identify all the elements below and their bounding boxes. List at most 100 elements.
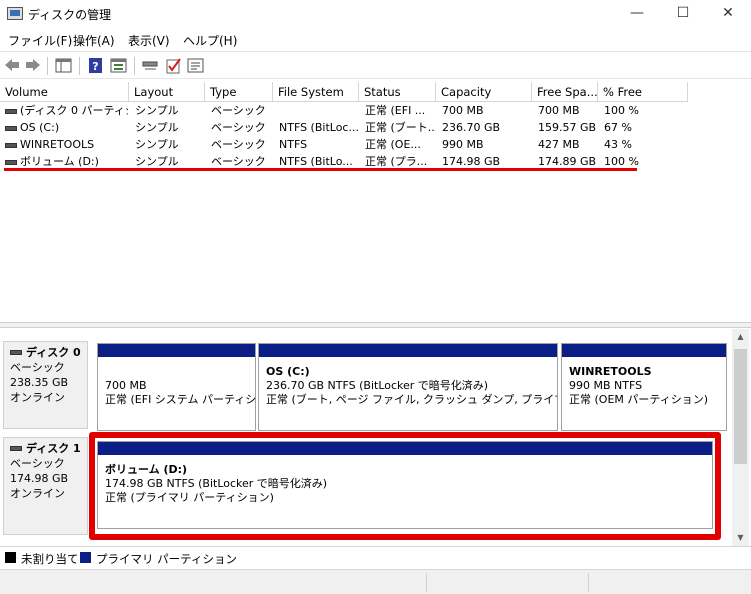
partition-winretools-text: WINRETOOLS 990 MB NTFS 正常 (OEM パーティション) [569, 365, 726, 407]
highlight-underline [4, 168, 637, 171]
scroll-thumb[interactable] [734, 349, 747, 464]
forward-icon[interactable] [24, 57, 42, 74]
disk-1-name: ディスク 1 [26, 442, 81, 455]
disk-pane-scrollbar[interactable]: ▲ ▼ [732, 329, 749, 546]
disk-0-label[interactable]: ディスク 0 ベーシック 238.35 GB オンライン [3, 341, 88, 429]
partition-status: 正常 (ブート, ページ ファイル, クラッシュ ダンプ, プライマリ パーティ… [266, 393, 557, 406]
toolbar-separator [134, 57, 135, 75]
cell-volume: WINRETOOLS [20, 138, 95, 151]
scroll-down-icon[interactable]: ▼ [732, 530, 749, 546]
close-button[interactable]: ✕ [705, 0, 751, 28]
cell-file-system [279, 103, 359, 119]
volume-icon [5, 126, 17, 131]
cell-layout: シンプル [135, 121, 179, 134]
pane-splitter[interactable] [0, 322, 751, 328]
column-header-layout[interactable]: Layout [129, 82, 205, 102]
maximize-button[interactable]: ☐ [660, 0, 706, 28]
cell-file-system: NTFS [279, 138, 308, 151]
partition-name: WINRETOOLS [569, 365, 652, 378]
legend-primary-swatch [80, 552, 91, 563]
disk-icon [10, 446, 22, 451]
disk-1-state: オンライン [10, 487, 65, 500]
partition-os-c[interactable]: OS (C:) 236.70 GB NTFS (BitLocker で暗号化済み… [258, 343, 558, 431]
legend-primary-label: プライマリ パーティション [96, 552, 237, 566]
column-header-file-system[interactable]: File System [273, 82, 359, 102]
disk-1-type: ベーシック [10, 457, 65, 470]
cell-layout: シンプル [135, 138, 179, 151]
partition-detail: 990 MB NTFS [569, 379, 643, 392]
volume-list: Volume Layout Type File System Status Ca… [0, 82, 751, 322]
volume-icon [5, 109, 17, 114]
title-bar: ディスクの管理 — ☐ ✕ [0, 0, 751, 28]
menu-bar: ファイル(F) 操作(A) 表示(V) ヘルプ(H) [0, 28, 751, 50]
cell-file-system: NTFS (BitLoc... [279, 121, 359, 134]
cell-percent-free: 100 % [604, 104, 639, 117]
partition-bar [562, 344, 726, 357]
menu-action[interactable]: 操作(A) [73, 32, 115, 49]
column-header-status[interactable]: Status [359, 82, 436, 102]
partition-efi-text: 700 MB 正常 (EFI システム パーティション) [105, 379, 255, 407]
cell-status: 正常 (OE... [365, 138, 421, 151]
cell-type: ベーシック [211, 138, 266, 151]
partition-efi[interactable]: 700 MB 正常 (EFI システム パーティション) [97, 343, 256, 431]
cell-capacity: 236.70 GB [442, 121, 501, 134]
disk-0-state: オンライン [10, 391, 65, 404]
disk-layout-pane: ディスク 0 ベーシック 238.35 GB オンライン 700 MB 正常 (… [0, 329, 751, 546]
volume-icon [5, 160, 17, 165]
disk-1-title: ディスク 1 [10, 441, 81, 456]
partition-detail: 236.70 GB NTFS (BitLocker で暗号化済み) [266, 379, 489, 392]
cell-percent-free: 43 % [604, 138, 632, 151]
cell-type: ベーシック [211, 121, 266, 134]
column-header-capacity[interactable]: Capacity [436, 82, 532, 102]
partition-status: 正常 (EFI システム パーティション) [105, 393, 255, 406]
disk-0-size: 238.35 GB [10, 376, 69, 389]
column-header-percent-free[interactable]: % Free [598, 82, 688, 102]
window-title: ディスクの管理 [28, 8, 112, 22]
cell-free-space: 700 MB [538, 104, 580, 117]
partition-os-c-text: OS (C:) 236.70 GB NTFS (BitLocker で暗号化済み… [266, 365, 557, 407]
check-icon[interactable] [165, 57, 183, 74]
toolbar-separator [47, 57, 48, 75]
cell-percent-free: 67 % [604, 121, 632, 134]
svg-text:?: ? [92, 60, 98, 73]
settings-icon[interactable] [187, 57, 205, 74]
cell-volume: OS (C:) [20, 121, 60, 134]
disk-0-name: ディスク 0 [26, 346, 81, 359]
view-icon[interactable] [55, 57, 73, 74]
menu-help[interactable]: ヘルプ(H) [183, 32, 237, 49]
legend: 未割り当て プライマリ パーティション [0, 546, 751, 568]
column-header-free-space[interactable]: Free Spa... [532, 82, 598, 102]
cell-free-space: 427 MB [538, 138, 580, 151]
disk-management-app-icon [7, 7, 23, 20]
column-header-type[interactable]: Type [205, 82, 273, 102]
disk-0-title: ディスク 0 [10, 345, 81, 360]
cell-free-space: 159.57 GB [538, 121, 597, 134]
toolbar: ? [0, 51, 751, 79]
menu-view[interactable]: 表示(V) [128, 32, 170, 49]
cell-status: 正常 (ブート... [365, 121, 436, 134]
partition-name: OS (C:) [266, 365, 310, 378]
legend-unallocated-swatch [5, 552, 16, 563]
menu-file[interactable]: ファイル(F) [8, 32, 72, 49]
disk-1-size: 174.98 GB [10, 472, 69, 485]
minimize-button[interactable]: — [614, 0, 660, 28]
toolbar-separator [79, 57, 80, 75]
partition-winretools[interactable]: WINRETOOLS 990 MB NTFS 正常 (OEM パーティション) [561, 343, 727, 431]
cell-volume: (ディスク 0 パーティシ... [20, 104, 128, 117]
partition-bar [98, 344, 255, 357]
connect-icon[interactable] [142, 57, 160, 74]
scroll-up-icon[interactable]: ▲ [732, 329, 749, 345]
cell-type: ベーシック [211, 104, 266, 117]
status-separator [426, 573, 427, 592]
column-header-volume[interactable]: Volume [0, 82, 129, 102]
partition-bar [259, 344, 557, 357]
highlight-box [89, 432, 721, 540]
cell-status: 正常 (EFI ... [365, 104, 426, 117]
cell-capacity: 990 MB [442, 138, 484, 151]
disk-1-label[interactable]: ディスク 1 ベーシック 174.98 GB オンライン [3, 437, 88, 535]
back-icon[interactable] [3, 57, 21, 74]
properties-icon[interactable] [110, 57, 128, 74]
help-icon[interactable]: ? [87, 57, 105, 74]
partition-detail: 700 MB [105, 379, 147, 392]
disk-0-type: ベーシック [10, 361, 65, 374]
